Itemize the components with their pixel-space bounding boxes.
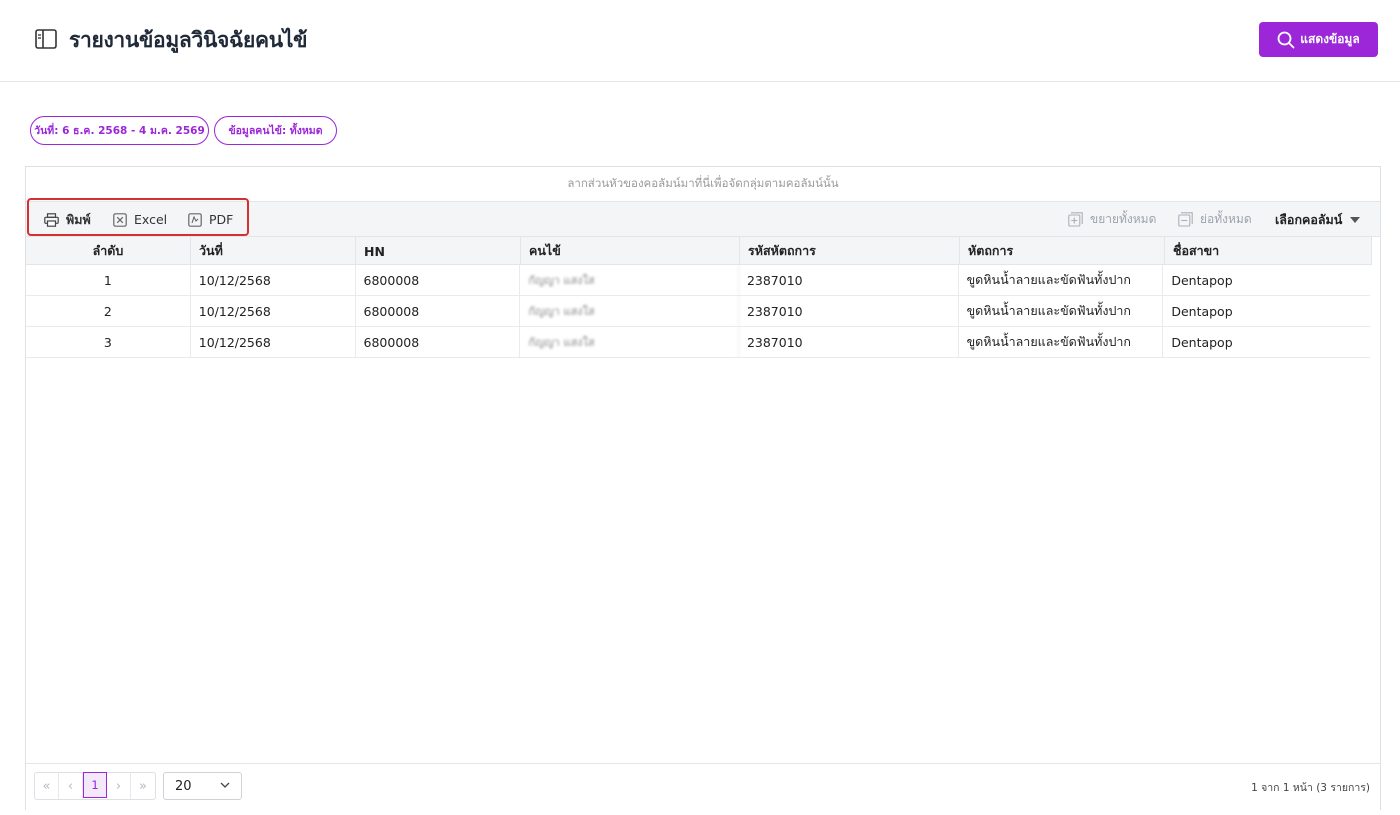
print-label: พิมพ์ bbox=[66, 211, 91, 227]
excel-icon bbox=[113, 212, 127, 227]
collapse-all-label: ย่อทั้งหมด bbox=[1200, 212, 1252, 226]
page-1-button[interactable]: 1 bbox=[83, 772, 107, 798]
pagination-controls: « ‹ 1 › » bbox=[34, 772, 156, 800]
printer-icon bbox=[44, 212, 59, 227]
column-header-index[interactable]: ลำดับ bbox=[26, 237, 191, 265]
pdf-icon bbox=[188, 212, 202, 227]
cell-branch: Dentapop bbox=[1171, 303, 1233, 319]
data-grid: ลากส่วนหัวของคอลัมน์มาที่นี่เพื่อจัดกลุ่… bbox=[25, 166, 1381, 810]
next-page-button[interactable]: › bbox=[107, 773, 131, 799]
cell-branch: Dentapop bbox=[1171, 334, 1233, 350]
excel-export-button[interactable]: Excel bbox=[113, 202, 167, 237]
excel-label: Excel bbox=[134, 212, 168, 227]
column-header-hn[interactable]: HN bbox=[356, 237, 521, 265]
expand-all-icon bbox=[1068, 212, 1083, 227]
table-header: ลำดับ วันที่ HN คนไข้ รหัสหัตถการ หัตถกา… bbox=[26, 237, 1372, 265]
cell-index: 3 bbox=[26, 327, 191, 357]
cell-procedure: ขูดหินน้ำลายและขัดฟันทั้งปาก bbox=[959, 327, 1164, 357]
collapse-all-button[interactable]: ย่อทั้งหมด bbox=[1178, 202, 1252, 237]
cell-index: 2 bbox=[26, 296, 191, 326]
grid-toolbar: พิมพ์ Excel PDF ขยายทั้งหมด ย่อทั้งหมด เ… bbox=[26, 198, 1380, 237]
cell-procedure-code: 2387010 bbox=[739, 265, 959, 295]
cell-procedure: ขูดหินน้ำลายและขัดฟันทั้งปาก bbox=[959, 265, 1164, 295]
cell-date: 10/12/2568 bbox=[191, 327, 356, 357]
column-header-patient[interactable]: คนไข้ bbox=[521, 237, 740, 265]
column-header-procedure-code[interactable]: รหัสหัตถการ bbox=[740, 237, 960, 265]
print-button[interactable]: พิมพ์ bbox=[44, 202, 91, 237]
page-size-value: 20 bbox=[175, 778, 192, 794]
choose-columns-button[interactable]: เลือกคอลัมน์ bbox=[1275, 202, 1361, 237]
cell-hn: 6800008 bbox=[356, 327, 521, 357]
prev-page-button[interactable]: ‹ bbox=[59, 773, 83, 799]
cell-patient-name: กัญญา แสงใส bbox=[520, 265, 739, 295]
page-title: รายงานข้อมูลวินิจฉัยคนไข้ bbox=[69, 28, 308, 52]
expand-all-button[interactable]: ขยายทั้งหมด bbox=[1068, 202, 1156, 237]
search-icon bbox=[1277, 31, 1295, 48]
pdf-export-button[interactable]: PDF bbox=[188, 202, 233, 237]
cell-patient-name: กัญญา แสงใส bbox=[520, 296, 739, 326]
cell-patient-name: กัญญา แสงใส bbox=[520, 327, 739, 357]
cell-branch: Dentapop bbox=[1171, 272, 1233, 288]
last-page-button[interactable]: » bbox=[131, 773, 155, 799]
column-header-branch[interactable]: ชื่อสาขา bbox=[1165, 237, 1372, 265]
cell-procedure-code: 2387010 bbox=[739, 296, 959, 326]
pdf-label: PDF bbox=[209, 212, 234, 227]
cell-date: 10/12/2568 bbox=[191, 265, 356, 295]
pagination-bar: « ‹ 1 › » 20 1 จาก 1 หน้า (3 รายการ) bbox=[26, 763, 1380, 810]
show-data-button[interactable]: แสดงข้อมูล bbox=[1259, 22, 1378, 57]
show-data-label: แสดงข้อมูล bbox=[1300, 32, 1360, 46]
choose-columns-label: เลือกคอลัมน์ bbox=[1275, 211, 1343, 227]
patient-filter-chip[interactable]: ข้อมูลคนไข้: ทั้งหมด bbox=[214, 116, 337, 145]
page-header: รายงานข้อมูลวินิจฉัยคนไข้ แสดงข้อมูล bbox=[0, 0, 1400, 82]
cell-index: 1 bbox=[26, 265, 191, 295]
caret-down-icon bbox=[1350, 216, 1361, 223]
collapse-all-icon bbox=[1178, 212, 1193, 227]
cell-procedure-code: 2387010 bbox=[739, 327, 959, 357]
table-row[interactable]: 1 10/12/2568 6800008 กัญญา แสงใส 2387010… bbox=[26, 265, 1370, 296]
cell-procedure: ขูดหินน้ำลายและขัดฟันทั้งปาก bbox=[959, 296, 1164, 326]
sidebar-toggle-icon[interactable] bbox=[34, 28, 58, 50]
column-header-date[interactable]: วันที่ bbox=[191, 237, 356, 265]
first-page-button[interactable]: « bbox=[35, 773, 59, 799]
table-row[interactable]: 2 10/12/2568 6800008 กัญญา แสงใส 2387010… bbox=[26, 296, 1370, 327]
date-range-chip[interactable]: วันที่: 6 ธ.ค. 2568 - 4 ม.ค. 2569 bbox=[30, 116, 209, 145]
group-panel[interactable]: ลากส่วนหัวของคอลัมน์มาที่นี่เพื่อจัดกลุ่… bbox=[26, 167, 1380, 202]
pagination-info: 1 จาก 1 หน้า (3 รายการ) bbox=[1251, 782, 1370, 794]
table-body: 1 10/12/2568 6800008 กัญญา แสงใส 2387010… bbox=[26, 265, 1370, 358]
cell-hn: 6800008 bbox=[356, 265, 521, 295]
column-header-procedure[interactable]: หัตถการ bbox=[960, 237, 1165, 265]
cell-hn: 6800008 bbox=[356, 296, 521, 326]
page-size-select[interactable]: 20 bbox=[163, 772, 242, 800]
expand-all-label: ขยายทั้งหมด bbox=[1090, 212, 1157, 226]
chevron-down-icon bbox=[220, 782, 230, 788]
table-row[interactable]: 3 10/12/2568 6800008 กัญญา แสงใส 2387010… bbox=[26, 327, 1370, 358]
cell-date: 10/12/2568 bbox=[191, 296, 356, 326]
